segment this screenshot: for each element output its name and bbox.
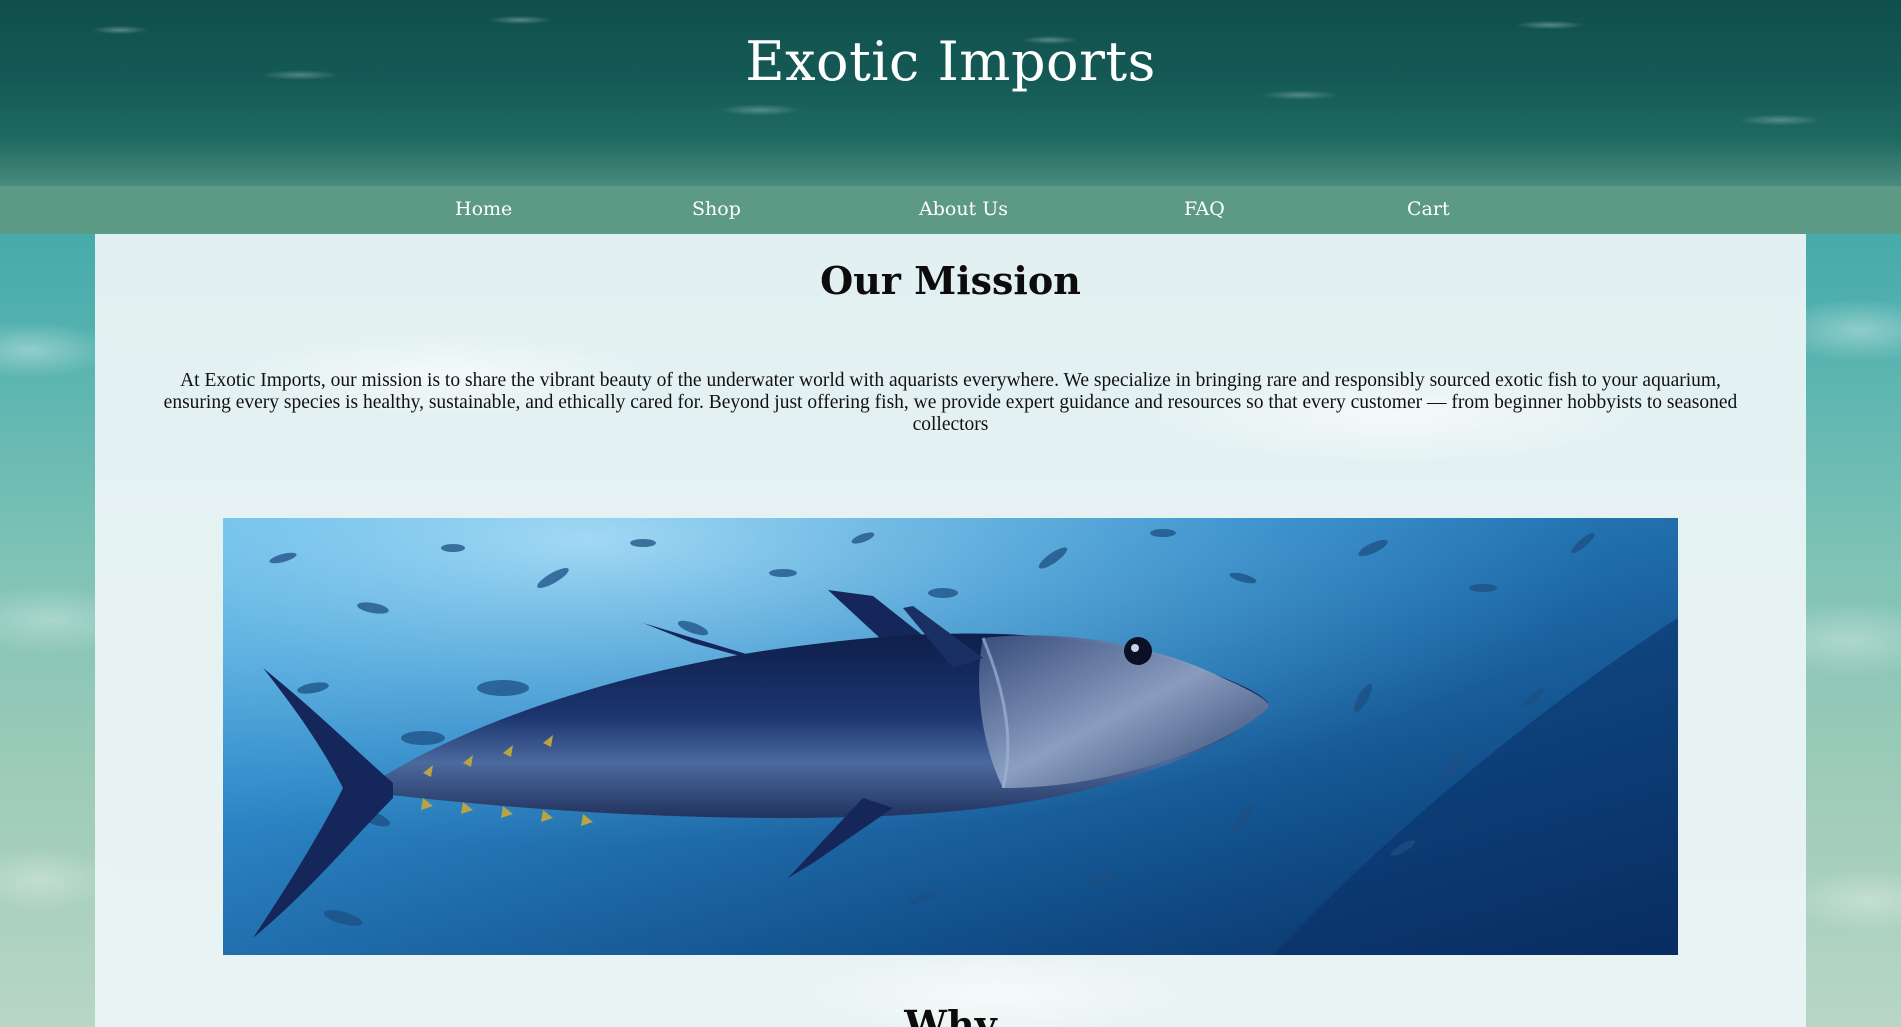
- tuna-hero-image: [223, 518, 1678, 955]
- nav-home-link[interactable]: Home: [455, 198, 512, 220]
- main-nav: Home Shop About Us FAQ Cart: [0, 186, 1901, 234]
- site-header: Exotic Imports Home Shop About Us FAQ Ca…: [0, 0, 1901, 234]
- nav-cart-link[interactable]: Cart: [1407, 198, 1450, 220]
- main-content-panel: Our Mission At Exotic Imports, our missi…: [95, 234, 1806, 1027]
- nav-about-us-link[interactable]: About Us: [919, 198, 1008, 220]
- nav-shop-link[interactable]: Shop: [692, 198, 741, 220]
- mission-heading: Our Mission: [820, 258, 1081, 303]
- mission-paragraph: At Exotic Imports, our mission is to sha…: [163, 370, 1738, 435]
- nav-faq-link[interactable]: FAQ: [1184, 198, 1225, 220]
- site-title: Exotic Imports: [745, 30, 1156, 93]
- why-heading: Why: [904, 1002, 997, 1027]
